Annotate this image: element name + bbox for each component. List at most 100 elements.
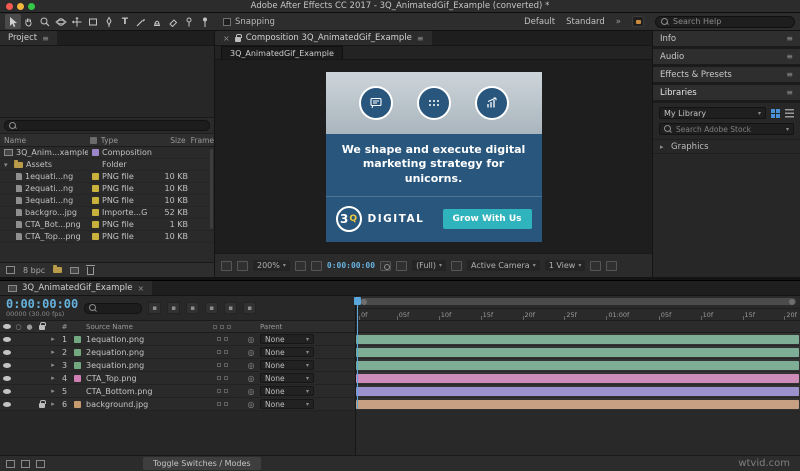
expand-in-out-stretch-icon[interactable] xyxy=(36,459,45,468)
trash-icon[interactable] xyxy=(86,265,96,275)
lock-toggle[interactable] xyxy=(35,398,48,410)
label-color-chip[interactable] xyxy=(91,149,99,156)
expand-arrow-icon[interactable]: ▸ xyxy=(48,398,58,410)
parent-dropdown[interactable]: None ▾ xyxy=(260,386,314,396)
parent-pickwhip-icon[interactable]: ◎ xyxy=(244,372,258,384)
lock-toggle[interactable] xyxy=(35,333,48,345)
grid-guides-icon[interactable] xyxy=(294,260,306,271)
expand-arrow-icon[interactable]: ▸ xyxy=(48,385,58,397)
snapshot-icon[interactable] xyxy=(380,260,392,271)
layer-track[interactable] xyxy=(356,398,800,411)
project-item-row[interactable]: 3equati...ng PNG file 10 KB xyxy=(0,195,214,207)
info-panel-header[interactable]: Info ≡ xyxy=(653,31,800,46)
label-color-chip[interactable] xyxy=(91,185,99,192)
motion-blur-button[interactable]: ▪ xyxy=(224,302,238,314)
label-color-chip[interactable] xyxy=(74,361,81,369)
expand-arrow-icon[interactable]: ▸ xyxy=(48,359,58,371)
audio-column-icon[interactable]: ○ xyxy=(13,321,24,332)
layer-track[interactable] xyxy=(356,359,800,372)
layer-track[interactable] xyxy=(356,372,800,385)
toggle-switches-modes-button[interactable]: Toggle Switches / Modes xyxy=(143,457,261,470)
comp-mini-flowchart-button[interactable]: ▪ xyxy=(148,302,162,314)
type-tool[interactable]: T xyxy=(117,14,133,29)
shape-tool[interactable] xyxy=(85,14,101,29)
orbit-camera-tool[interactable] xyxy=(53,14,69,29)
layer-switches[interactable] xyxy=(200,398,244,410)
hand-tool[interactable] xyxy=(21,14,37,29)
eraser-tool[interactable] xyxy=(165,14,181,29)
zoom-tool[interactable] xyxy=(37,14,53,29)
always-preview-icon[interactable] xyxy=(221,260,232,271)
composition-viewer[interactable]: We shape and execute digital marketing s… xyxy=(215,60,652,253)
time-ruler[interactable]: 0f 05f 10f 15f 20f 25f 01:00f 05f 10f 15… xyxy=(356,308,800,320)
pixel-aspect-icon[interactable] xyxy=(590,260,602,271)
parent-dropdown[interactable]: None ▾ xyxy=(260,373,314,383)
project-tab[interactable]: Project ≡ xyxy=(0,31,57,45)
new-folder-icon[interactable] xyxy=(53,265,63,273)
project-item-row[interactable]: 1equati...ng PNG file 10 KB xyxy=(0,171,214,183)
clone-stamp-tool[interactable] xyxy=(149,14,165,29)
panel-menu-icon[interactable]: ≡ xyxy=(42,34,49,43)
close-button[interactable] xyxy=(6,2,13,10)
composition-view-tab[interactable]: 3Q_AnimatedGif_Example xyxy=(221,46,343,59)
timeline-ruler-area[interactable]: 0f 05f 10f 15f 20f 25f 01:00f 05f 10f 15… xyxy=(356,296,800,320)
expand-layer-switches-icon[interactable] xyxy=(6,459,15,468)
library-dropdown[interactable]: My Library ▾ xyxy=(659,107,766,119)
switches-header[interactable] xyxy=(200,321,244,332)
workspace-standard[interactable]: Standard xyxy=(566,17,605,27)
pan-behind-tool[interactable] xyxy=(69,14,85,29)
parent-dropdown[interactable]: None ▾ xyxy=(260,360,314,370)
parent-dropdown[interactable]: None ▾ xyxy=(260,334,314,344)
expand-arrow-icon[interactable]: ▸ xyxy=(48,346,58,358)
label-color-chip[interactable] xyxy=(91,173,99,180)
panel-menu-icon[interactable]: ≡ xyxy=(786,70,793,79)
visibility-toggle[interactable] xyxy=(0,385,13,397)
layer-number-header[interactable]: # xyxy=(58,321,71,332)
layer-duration-bar[interactable] xyxy=(356,374,799,383)
layer-switches[interactable] xyxy=(200,359,244,371)
timeline-layer-row[interactable]: ▸ 5 CTA_Bottom.png ◎ None ▾ xyxy=(0,385,800,398)
lock-column-icon[interactable] xyxy=(38,322,46,330)
expand-transfer-controls-icon[interactable] xyxy=(21,459,30,468)
label-color-chip[interactable] xyxy=(74,374,81,382)
solo-column-icon[interactable]: ● xyxy=(24,321,35,332)
column-size[interactable]: Size xyxy=(156,136,188,145)
label-color-chip[interactable] xyxy=(74,348,81,356)
lock-toggle[interactable] xyxy=(35,385,48,397)
layer-duration-bar[interactable] xyxy=(356,400,799,409)
close-tab-icon[interactable]: × xyxy=(137,284,144,293)
layer-switches[interactable] xyxy=(200,372,244,384)
current-time-indicator-handle[interactable] xyxy=(354,297,361,305)
layer-switches[interactable] xyxy=(200,385,244,397)
stock-search-field[interactable]: Search Adobe Stock ▾ xyxy=(659,123,794,135)
project-scrollbar[interactable] xyxy=(210,149,213,229)
lock-icon[interactable] xyxy=(234,33,242,42)
interpret-footage-icon[interactable] xyxy=(6,266,15,274)
layer-track[interactable] xyxy=(356,385,800,398)
mask-visibility-icon[interactable] xyxy=(310,260,322,271)
visibility-toggle[interactable] xyxy=(0,359,13,371)
zoom-dropdown[interactable]: 200% ▾ xyxy=(253,260,290,271)
view-layout-dropdown[interactable]: 1 View ▾ xyxy=(544,260,586,271)
timeline-layer-row[interactable]: ▸ 4 CTA_Top.png ◎ None ▾ xyxy=(0,372,800,385)
parent-pickwhip-icon[interactable]: ◎ xyxy=(244,385,258,397)
resolution-dropdown[interactable]: (Full) ▾ xyxy=(412,260,446,271)
visibility-toggle[interactable] xyxy=(0,398,13,410)
parent-pickwhip-icon[interactable]: ◎ xyxy=(244,398,258,410)
composition-tab[interactable]: × Composition 3Q_AnimatedGif_Example ≡ xyxy=(215,31,432,45)
column-frame[interactable]: Frame xyxy=(188,136,214,145)
panel-menu-icon[interactable]: ≡ xyxy=(417,34,424,43)
parent-pickwhip-icon[interactable]: ◎ xyxy=(244,359,258,371)
region-of-interest-icon[interactable] xyxy=(451,260,462,271)
source-name-header[interactable]: Source Name xyxy=(84,321,200,332)
visibility-toggle[interactable] xyxy=(0,333,13,345)
layer-duration-bar[interactable] xyxy=(356,387,799,396)
minimize-button[interactable] xyxy=(17,2,24,10)
label-color-chip[interactable] xyxy=(74,400,81,408)
label-color-chip[interactable] xyxy=(74,388,81,395)
audio-panel-header[interactable]: Audio ≡ xyxy=(653,49,800,64)
libraries-panel-header[interactable]: Libraries ≡ xyxy=(653,85,800,100)
parent-dropdown[interactable]: None ▾ xyxy=(260,347,314,357)
time-navigator-bar[interactable] xyxy=(360,298,796,305)
hide-shy-layers-button[interactable]: ▪ xyxy=(186,302,200,314)
